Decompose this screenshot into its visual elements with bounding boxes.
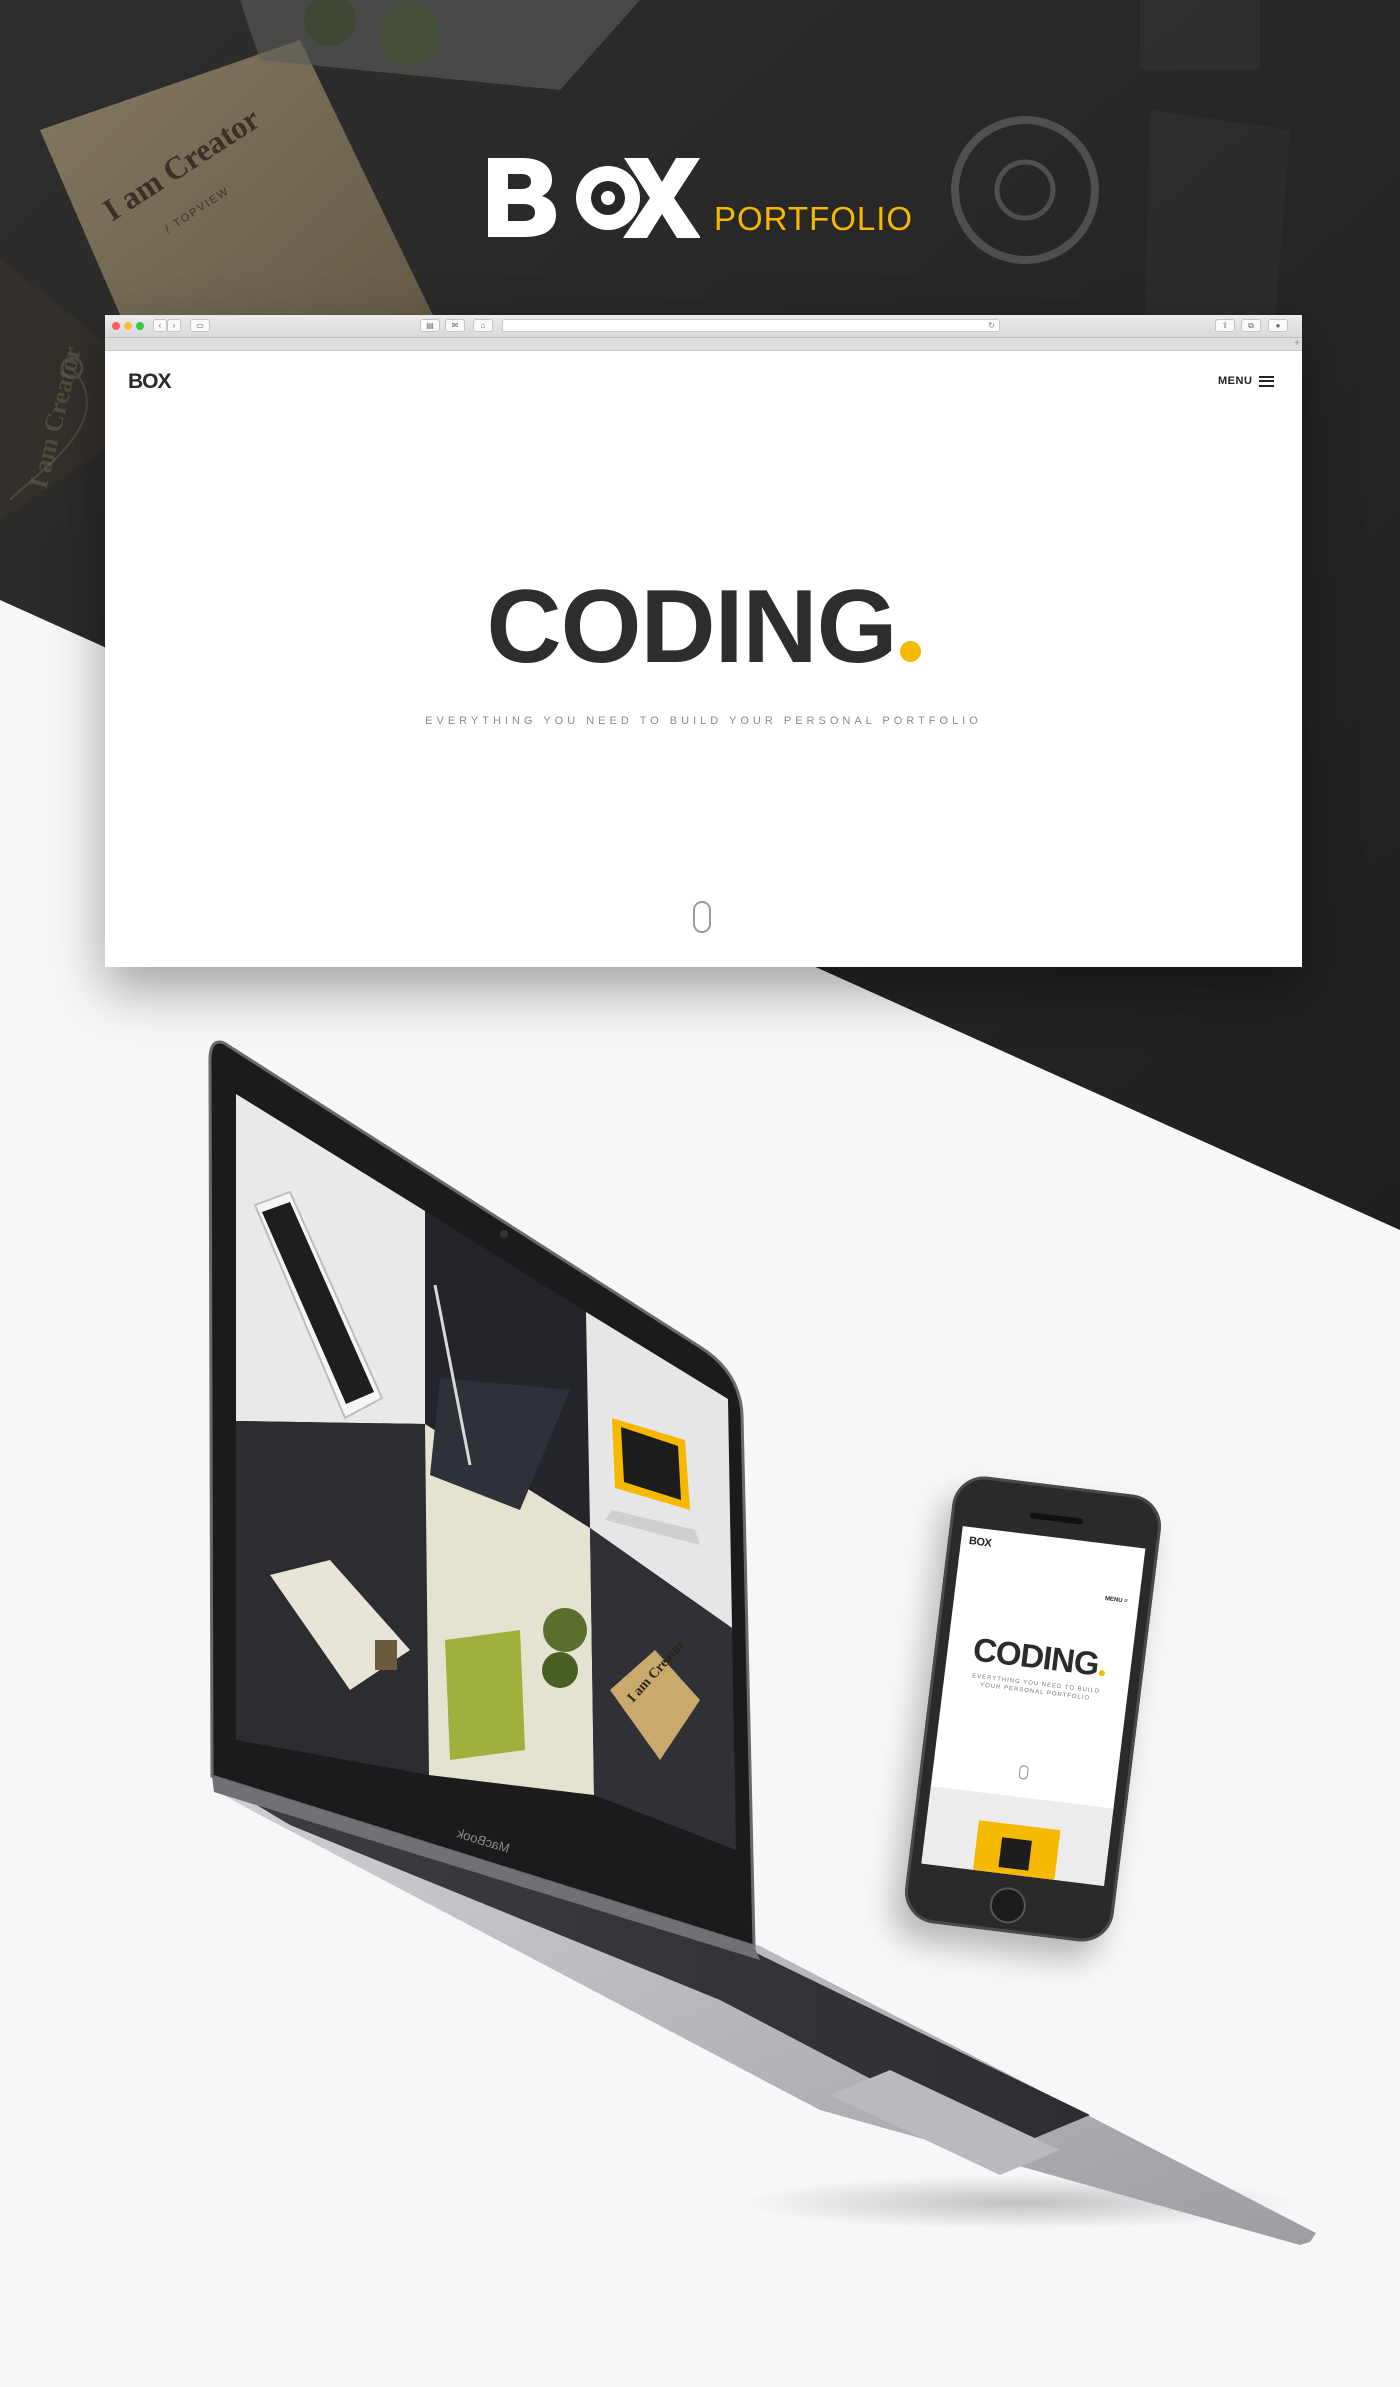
phone-yellow-card-inner [998, 1837, 1032, 1871]
presentation-page: I am Creator / TOPVIEW I am Creator PORT… [0, 0, 1400, 2387]
phone-yellow-card[interactable] [972, 1820, 1061, 1880]
phone-menu-button[interactable]: MENU ≡ [1105, 1596, 1128, 1605]
phone-scroll-icon[interactable] [1018, 1764, 1030, 1780]
laptop-screen-grid [236, 1094, 736, 1850]
phone-hamburger-icon: ≡ [1123, 1598, 1129, 1605]
phone-menu-label: MENU [1104, 1595, 1123, 1605]
laptop-camera [500, 1230, 508, 1238]
phone-site-logo[interactable]: BOX [968, 1535, 992, 1550]
laptop-mockup: I am Creator MacBook [208, 1040, 1316, 2245]
phone-headline-dot [1098, 1669, 1105, 1677]
